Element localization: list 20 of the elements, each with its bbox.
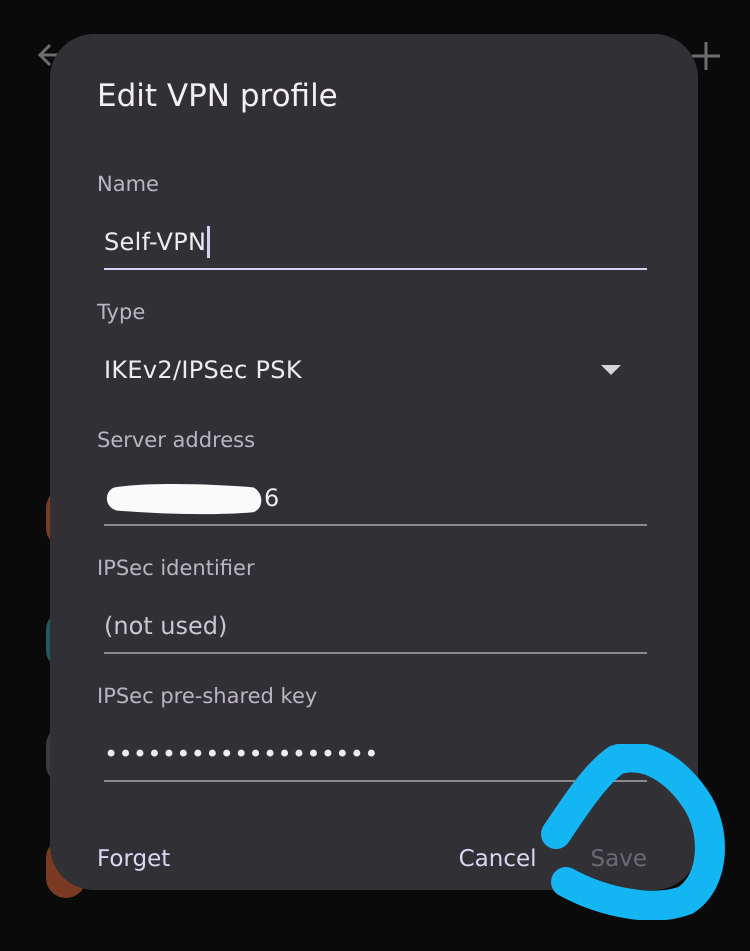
field-label: IPSec identifier [97,556,256,580]
dialog-title: Edit VPN profile [97,78,339,114]
dialog-button[interactable]: Cancel [458,846,537,872]
field-placeholder: (not used) [104,612,228,640]
field-label: IPSec pre-shared key [97,684,318,708]
field-value: Self-VPN [104,228,206,256]
type-dropdown[interactable]: IKEv2/IPSec PSK [104,344,647,398]
text-field[interactable]: ••••••••••••••••••• [104,728,647,782]
field-value: 6 [264,484,280,512]
field-label: Type [97,300,146,324]
text-field[interactable]: (not used) [104,600,647,654]
add-icon[interactable] [690,40,722,72]
field-value: ••••••••••••••••••• [104,740,379,768]
field-label: Name [97,172,160,196]
text-cursor [207,226,210,258]
text-field[interactable]: 6 [104,472,647,526]
dialog-button[interactable]: Forget [97,846,170,872]
dropdown-caret-icon [601,365,621,375]
field-label: Server address [97,428,256,452]
text-field[interactable]: Self-VPN [104,216,647,270]
